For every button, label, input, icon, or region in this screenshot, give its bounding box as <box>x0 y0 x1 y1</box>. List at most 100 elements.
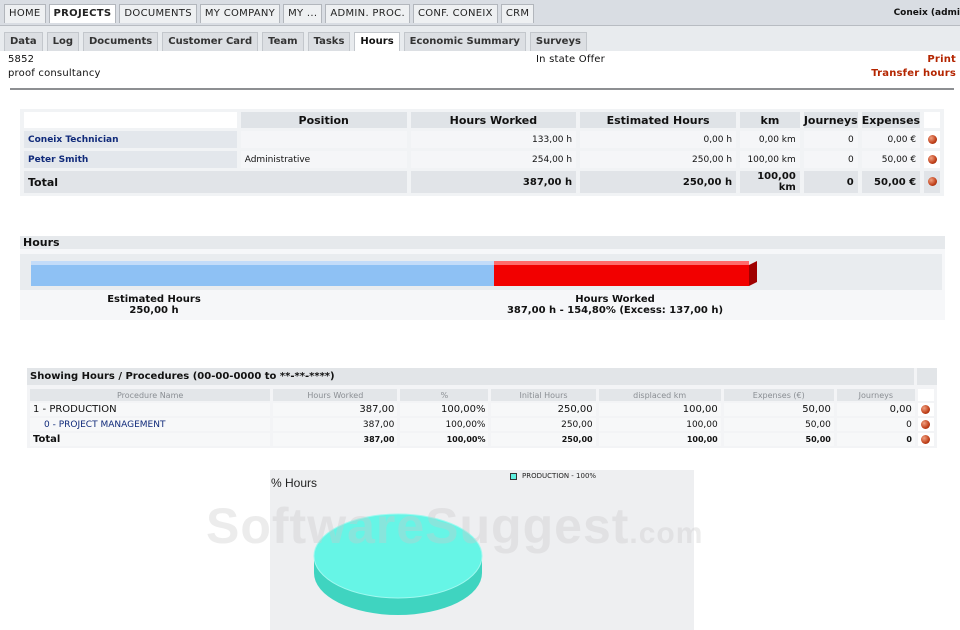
detail-bullet-icon[interactable] <box>927 177 937 186</box>
top-tab-home[interactable]: HOME <box>4 4 46 23</box>
procedure-initial: 250,00 <box>491 418 596 431</box>
top-tab-my-more[interactable]: MY ... <box>283 4 323 23</box>
tab-log[interactable]: Log <box>46 32 79 51</box>
project-state: In state Offer <box>536 54 605 65</box>
row-action[interactable] <box>917 433 934 446</box>
procedure-initial: 250,00 <box>491 403 596 416</box>
total-percent: 100,00% <box>400 433 489 446</box>
top-tab-crm[interactable]: CRM <box>500 4 535 23</box>
estimated-hours-value: 250,00 h <box>129 305 179 316</box>
detail-bullet-icon[interactable] <box>927 154 937 164</box>
row-action[interactable] <box>917 418 934 431</box>
row-action[interactable] <box>924 171 940 193</box>
header-journeys: Journeys <box>836 389 915 401</box>
transfer-hours-link[interactable]: Transfer hours <box>871 68 956 79</box>
hours-panel-title: Hours <box>20 236 945 249</box>
top-tab-documents[interactable]: DOCUMENTS <box>119 4 197 23</box>
total-label: Total <box>30 433 271 446</box>
detail-bullet-icon[interactable] <box>921 419 931 429</box>
detail-bullet-icon[interactable] <box>921 435 931 444</box>
member-estimated: 0,00 h <box>580 131 737 148</box>
tab-data[interactable]: Data <box>4 32 43 51</box>
tab-hours[interactable]: Hours <box>354 32 400 51</box>
total-row: Total 387,00 100,00% 250,00 100,00 50,00… <box>30 433 934 446</box>
header-blank <box>24 112 237 128</box>
member-expenses: 0,00 € <box>861 131 921 148</box>
header-initial-hours: Initial Hours <box>491 389 596 401</box>
member-hours: 133,00 h <box>410 131 577 148</box>
member-name-link[interactable]: Peter Smith <box>24 151 237 168</box>
procedure-percent: 100,00% <box>400 403 489 416</box>
total-expenses: 50,00 <box>723 433 834 446</box>
procedure-percent: 100,00% <box>400 418 489 431</box>
tab-surveys[interactable]: Surveys <box>529 32 587 51</box>
estimated-hours-caption: Estimated Hours 250,00 h <box>84 294 224 316</box>
header-action <box>917 389 934 401</box>
header-estimated-hours: Estimated Hours <box>580 112 737 128</box>
member-position <box>240 131 407 148</box>
procedure-hours: 387,00 <box>273 403 398 416</box>
tab-team[interactable]: Team <box>262 32 304 51</box>
member-journeys: 0 <box>803 131 858 148</box>
procedure-name-link[interactable]: 0 - PROJECT MANAGEMENT <box>30 418 271 431</box>
table-row: 1 - PRODUCTION 387,00 100,00% 250,00 100… <box>30 403 934 416</box>
hours-worked-caption: Hours Worked 387,00 h - 154,80% (Excess:… <box>450 294 780 316</box>
print-link[interactable]: Print <box>927 54 956 65</box>
total-journeys: 0 <box>803 171 858 193</box>
total-label: Total <box>24 171 407 193</box>
procedures-caption-row: Showing Hours / Procedures (00-00-0000 t… <box>27 368 937 385</box>
row-action[interactable] <box>924 131 940 148</box>
excess-bar-side <box>749 261 757 286</box>
member-name-link[interactable]: Coneix Technician <box>24 131 237 148</box>
table-header-row: Position Hours Worked Estimated Hours km… <box>24 112 940 128</box>
watermark-suffix: .com <box>629 517 704 550</box>
detail-bullet-icon[interactable] <box>927 134 937 144</box>
header-expenses: Expenses (€) <box>723 389 834 401</box>
top-tab-projects[interactable]: PROJECTS <box>48 4 117 23</box>
procedures-panel: Showing Hours / Procedures (00-00-0000 t… <box>27 368 937 448</box>
sub-nav: Data Log Documents Customer Card Team Ta… <box>4 32 587 51</box>
procedures-caption-corner <box>917 368 937 385</box>
row-action[interactable] <box>917 403 934 416</box>
hours-worked-label: Hours Worked <box>575 294 655 305</box>
tab-economic-summary[interactable]: Economic Summary <box>403 32 526 51</box>
top-tab-admin-proc[interactable]: ADMIN. PROC. <box>325 4 410 23</box>
top-tab-conf-coneix[interactable]: CONF. CONEIX <box>412 4 498 23</box>
table-row: Peter Smith Administrative 254,00 h 250,… <box>24 151 940 168</box>
watermark: SoftwareSuggest.com <box>206 497 703 555</box>
header-procedure-name: Procedure Name <box>30 389 271 401</box>
table-header-row: Procedure Name Hours Worked % Initial Ho… <box>30 389 934 401</box>
member-position: Administrative <box>240 151 407 168</box>
total-expenses: 50,00 € <box>861 171 921 193</box>
procedure-hours: 387,00 <box>273 418 398 431</box>
hours-worked-value: 387,00 h - 154,80% (Excess: 137,00 h) <box>506 305 724 316</box>
top-tab-my-company[interactable]: MY COMPANY <box>199 4 281 23</box>
total-row: Total 387,00 h 250,00 h 100,00 km 0 50,0… <box>24 171 940 193</box>
excess-hours-bar <box>494 261 749 286</box>
header-hours-worked: Hours Worked <box>410 112 577 128</box>
procedures-caption: Showing Hours / Procedures (00-00-0000 t… <box>27 368 914 385</box>
user-label[interactable]: Coneix (admi <box>894 8 960 18</box>
tab-tasks[interactable]: Tasks <box>307 32 351 51</box>
header-percent: % <box>400 389 489 401</box>
procedure-journeys: 0 <box>836 418 915 431</box>
table-row: Coneix Technician 133,00 h 0,00 h 0,00 k… <box>24 131 940 148</box>
member-expenses: 50,00 € <box>861 151 921 168</box>
hours-bar <box>20 254 942 290</box>
sub-nav-bar: Data Log Documents Customer Card Team Ta… <box>0 26 960 51</box>
table-row: 0 - PROJECT MANAGEMENT 387,00 100,00% 25… <box>30 418 934 431</box>
procedure-expenses: 50,00 <box>723 403 834 416</box>
header-km: km <box>740 112 800 128</box>
project-id: 5852 <box>8 54 35 65</box>
row-action[interactable] <box>924 151 940 168</box>
tab-documents[interactable]: Documents <box>82 32 159 51</box>
member-hours: 254,00 h <box>410 151 577 168</box>
header-displaced-km: displaced km <box>598 389 721 401</box>
divider <box>10 88 954 90</box>
tab-customer-card[interactable]: Customer Card <box>162 32 259 51</box>
header-journeys: Journeys <box>803 112 858 128</box>
detail-bullet-icon[interactable] <box>921 404 931 414</box>
total-km: 100,00 <box>598 433 721 446</box>
top-nav-bar: HOME PROJECTS DOCUMENTS MY COMPANY MY ..… <box>0 0 960 26</box>
total-initial: 250,00 <box>491 433 596 446</box>
